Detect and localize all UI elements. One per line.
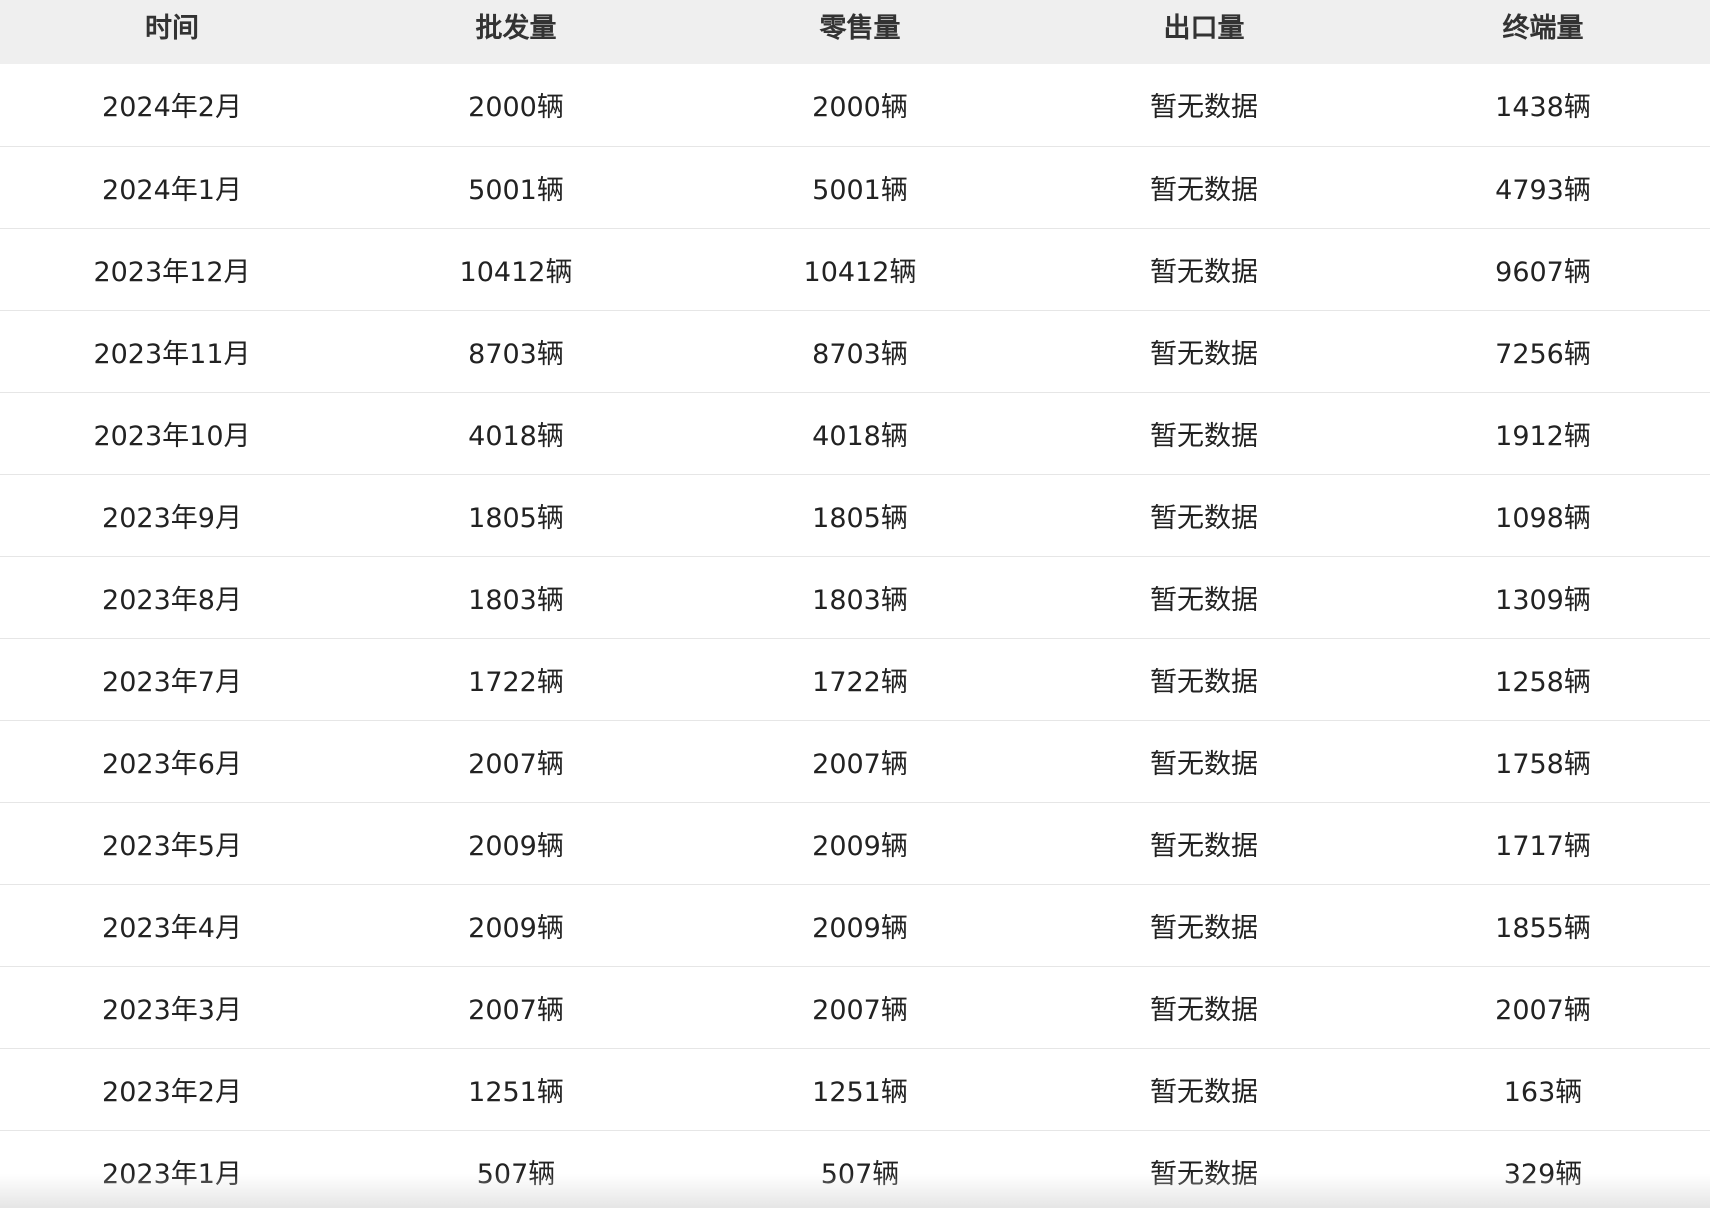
cell-export: 暂无数据 (1150, 174, 1258, 206)
table-row: 2023年6月 2007辆 2007辆 暂无数据 1758辆 (0, 720, 1710, 802)
cell-wholesale: 2000辆 (468, 92, 564, 124)
cell-wholesale: 10412辆 (459, 256, 573, 288)
cell-wholesale: 1722辆 (468, 666, 564, 698)
cell-wholesale: 507辆 (476, 1158, 556, 1190)
table-row: 2023年11月 8703辆 8703辆 暂无数据 7256辆 (0, 310, 1710, 392)
cell-terminal: 1758辆 (1495, 748, 1591, 780)
cell-terminal: 1438辆 (1495, 92, 1591, 124)
sales-data-table: 时间 批发量 零售量 出口量 终端量 2024年2月 2000辆 2000辆 暂… (0, 0, 1710, 1212)
cell-time: 2023年4月 (102, 912, 242, 944)
cell-terminal: 163辆 (1503, 1076, 1583, 1108)
cell-export: 暂无数据 (1150, 748, 1258, 780)
cell-export: 暂无数据 (1150, 338, 1258, 370)
table-row: 2023年7月 1722辆 1722辆 暂无数据 1258辆 (0, 638, 1710, 720)
cell-time: 2023年8月 (102, 584, 242, 616)
table-row: 2023年8月 1803辆 1803辆 暂无数据 1309辆 (0, 556, 1710, 638)
cell-export: 暂无数据 (1150, 830, 1258, 862)
cell-terminal: 1258辆 (1495, 666, 1591, 698)
cell-time: 2024年2月 (102, 92, 242, 124)
cell-wholesale: 2007辆 (468, 994, 564, 1026)
cell-terminal: 4793辆 (1495, 174, 1591, 206)
cell-terminal: 7256辆 (1495, 338, 1591, 370)
cell-export: 暂无数据 (1150, 256, 1258, 288)
cell-terminal: 329辆 (1503, 1158, 1583, 1190)
cell-retail: 1251辆 (812, 1076, 908, 1108)
cell-wholesale: 8703辆 (468, 338, 564, 370)
cell-time: 2023年2月 (102, 1076, 242, 1108)
header-row: 时间 批发量 零售量 出口量 终端量 (0, 0, 1710, 64)
table-row: 2023年12月 10412辆 10412辆 暂无数据 9607辆 (0, 228, 1710, 310)
cell-export: 暂无数据 (1150, 420, 1258, 452)
cell-wholesale: 5001辆 (468, 174, 564, 206)
header-retail[interactable]: 零售量 (688, 0, 1032, 64)
cell-retail: 2007辆 (812, 994, 908, 1026)
cell-terminal: 1098辆 (1495, 502, 1591, 534)
cell-export: 暂无数据 (1150, 994, 1258, 1026)
cell-time: 2023年6月 (102, 748, 242, 780)
table-row: 2023年1月 507辆 507辆 暂无数据 329辆 (0, 1130, 1710, 1212)
cell-export: 暂无数据 (1150, 1076, 1258, 1108)
header-time[interactable]: 时间 (0, 0, 344, 64)
cell-time: 2023年3月 (102, 994, 242, 1026)
cell-retail: 8703辆 (812, 338, 908, 370)
cell-retail: 2000辆 (812, 92, 908, 124)
cell-retail: 1803辆 (812, 584, 908, 616)
cell-time: 2023年7月 (102, 666, 242, 698)
cell-retail: 10412辆 (803, 256, 917, 288)
cell-export: 暂无数据 (1150, 666, 1258, 698)
table-row: 2023年10月 4018辆 4018辆 暂无数据 1912辆 (0, 392, 1710, 474)
cell-wholesale: 2007辆 (468, 748, 564, 780)
cell-wholesale: 2009辆 (468, 912, 564, 944)
cell-retail: 2009辆 (812, 830, 908, 862)
cell-wholesale: 1805辆 (468, 502, 564, 534)
cell-terminal: 9607辆 (1495, 256, 1591, 288)
header-export[interactable]: 出口量 (1032, 0, 1376, 64)
cell-export: 暂无数据 (1150, 584, 1258, 616)
header-terminal[interactable]: 终端量 (1376, 0, 1710, 64)
cell-time: 2024年1月 (102, 174, 242, 206)
cell-time: 2023年10月 (93, 420, 251, 452)
table-row: 2024年1月 5001辆 5001辆 暂无数据 4793辆 (0, 146, 1710, 228)
cell-retail: 5001辆 (812, 174, 908, 206)
cell-terminal: 1309辆 (1495, 584, 1591, 616)
table-row: 2023年4月 2009辆 2009辆 暂无数据 1855辆 (0, 884, 1710, 966)
cell-export: 暂无数据 (1150, 912, 1258, 944)
cell-retail: 4018辆 (812, 420, 908, 452)
cell-retail: 2007辆 (812, 748, 908, 780)
cell-export: 暂无数据 (1150, 92, 1258, 124)
cell-terminal: 1912辆 (1495, 420, 1591, 452)
table-row: 2023年3月 2007辆 2007辆 暂无数据 2007辆 (0, 966, 1710, 1048)
cell-wholesale: 1251辆 (468, 1076, 564, 1108)
cell-time: 2023年1月 (102, 1158, 242, 1190)
cell-time: 2023年5月 (102, 830, 242, 862)
header-wholesale[interactable]: 批发量 (344, 0, 688, 64)
cell-retail: 507辆 (820, 1158, 900, 1190)
cell-wholesale: 2009辆 (468, 830, 564, 862)
cell-wholesale: 1803辆 (468, 584, 564, 616)
table-header: 时间 批发量 零售量 出口量 终端量 (0, 0, 1710, 64)
cell-terminal: 1855辆 (1495, 912, 1591, 944)
cell-terminal: 2007辆 (1495, 994, 1591, 1026)
table-row: 2023年5月 2009辆 2009辆 暂无数据 1717辆 (0, 802, 1710, 884)
table-body: 2024年2月 2000辆 2000辆 暂无数据 1438辆 2024年1月 5… (0, 64, 1710, 1212)
table-row: 2023年2月 1251辆 1251辆 暂无数据 163辆 (0, 1048, 1710, 1130)
cell-retail: 2009辆 (812, 912, 908, 944)
cell-time: 2023年12月 (93, 256, 251, 288)
cell-time: 2023年11月 (93, 338, 251, 370)
cell-export: 暂无数据 (1150, 502, 1258, 534)
table-row: 2024年2月 2000辆 2000辆 暂无数据 1438辆 (0, 64, 1710, 146)
cell-terminal: 1717辆 (1495, 830, 1591, 862)
cell-time: 2023年9月 (102, 502, 242, 534)
cell-retail: 1805辆 (812, 502, 908, 534)
cell-wholesale: 4018辆 (468, 420, 564, 452)
cell-retail: 1722辆 (812, 666, 908, 698)
table-row: 2023年9月 1805辆 1805辆 暂无数据 1098辆 (0, 474, 1710, 556)
cell-export: 暂无数据 (1150, 1158, 1258, 1190)
